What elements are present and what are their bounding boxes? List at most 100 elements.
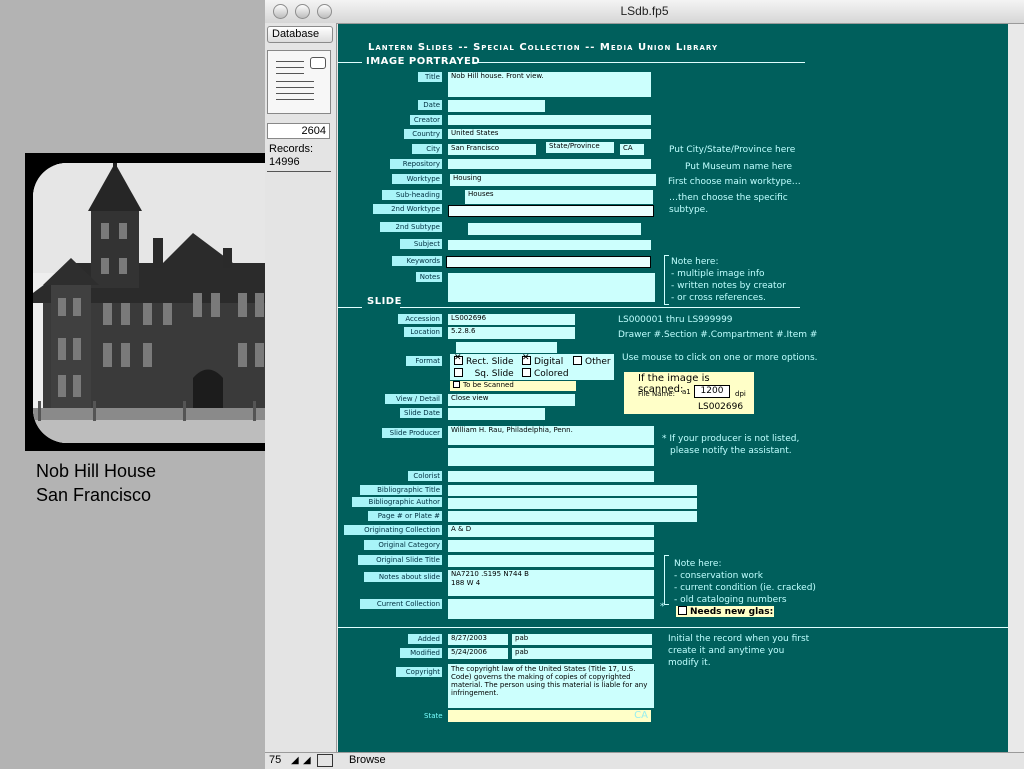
layout-title: Lantern Slides -- Special Collection -- … bbox=[368, 42, 719, 53]
originating-collection-field[interactable]: A & D bbox=[448, 525, 654, 537]
layout-area: Lantern Slides -- Special Collection -- … bbox=[338, 24, 1008, 752]
repository-field[interactable] bbox=[448, 159, 651, 169]
checkbox-checked-icon bbox=[454, 354, 463, 365]
view-detail-label: View / Detail bbox=[385, 394, 442, 404]
location-label: Location bbox=[404, 327, 442, 337]
state-province-label: State/Province bbox=[546, 142, 614, 153]
title-field[interactable]: Nob Hill house. Front view. bbox=[448, 72, 651, 97]
creator-field[interactable] bbox=[448, 115, 651, 125]
subject-field[interactable] bbox=[448, 240, 651, 250]
condition-hint-line: - conservation work bbox=[674, 571, 763, 581]
original-category-field[interactable] bbox=[448, 540, 654, 552]
notes-about-slide-field[interactable]: NA7210 .S195 N744 B 188 W 4 bbox=[448, 570, 654, 596]
state-field[interactable]: CA bbox=[448, 710, 651, 722]
slide-producer-field[interactable]: William H. Rau, Philadelphia, Penn. bbox=[448, 426, 654, 445]
bib-title-field[interactable] bbox=[448, 485, 697, 496]
view-detail-field[interactable]: Close view bbox=[448, 394, 575, 406]
country-field[interactable]: United States bbox=[448, 129, 651, 139]
zoom-level[interactable]: 75 bbox=[269, 754, 281, 766]
colorist-field[interactable] bbox=[448, 471, 654, 482]
added-label: Added bbox=[408, 634, 442, 644]
page-plate-field[interactable] bbox=[448, 511, 697, 522]
subheading-field[interactable]: Houses bbox=[465, 190, 653, 204]
original-slide-title-label: Original Slide Title bbox=[358, 555, 442, 565]
subtype2-field[interactable] bbox=[468, 223, 641, 235]
accession-hint: LS000001 thru LS999999 bbox=[618, 315, 733, 325]
record-hint-line: modify it. bbox=[668, 658, 711, 668]
state-province-field[interactable]: CA bbox=[620, 144, 644, 155]
digital-checkbox[interactable]: Digital bbox=[522, 354, 563, 368]
worktype2-label: 2nd Worktype bbox=[373, 204, 442, 214]
worktype-label: Worktype bbox=[392, 174, 442, 184]
dpi-field[interactable]: 1200 bbox=[694, 385, 730, 398]
dpi-label: dpi bbox=[735, 390, 746, 398]
worktype2-field[interactable] bbox=[448, 205, 654, 217]
zoom-out-icon[interactable]: ◢ bbox=[291, 755, 299, 766]
records-total: 14996 bbox=[269, 156, 300, 168]
condition-brace bbox=[664, 555, 669, 605]
section-divider bbox=[338, 307, 362, 308]
location-extra-field[interactable] bbox=[456, 342, 557, 353]
sq-slide-checkbox[interactable]: Sq. Slide bbox=[454, 368, 514, 380]
section-divider bbox=[338, 627, 1008, 628]
city-field[interactable]: San Francisco bbox=[448, 144, 536, 155]
modified-date-field[interactable]: 5/24/2006 bbox=[448, 648, 508, 659]
notes-label: Notes bbox=[416, 272, 442, 282]
record-hint-line: create it and anytime you bbox=[668, 646, 785, 656]
notes-field[interactable] bbox=[448, 273, 655, 302]
subject-label: Subject bbox=[400, 239, 442, 249]
accession-field[interactable]: LS002696 bbox=[448, 314, 575, 325]
worktype-field[interactable]: Housing bbox=[450, 174, 656, 186]
slide-date-field[interactable] bbox=[448, 408, 545, 420]
keywords-field[interactable] bbox=[446, 256, 651, 268]
slide-producer-field-2[interactable] bbox=[448, 448, 654, 466]
bookmark-tab-icon[interactable] bbox=[310, 57, 326, 69]
date-field[interactable] bbox=[448, 100, 545, 112]
condition-hint: Note here: - conservation work - current… bbox=[674, 558, 816, 606]
rect-slide-checkbox[interactable]: Rect. Slide bbox=[454, 354, 514, 368]
file-name-value: LS002696 bbox=[698, 402, 744, 412]
status-area: Database 2604 Records: 14996 bbox=[265, 23, 337, 753]
checkbox-icon bbox=[522, 368, 531, 377]
subtype2-label: 2nd Subtype bbox=[380, 222, 442, 232]
title-bar[interactable]: LSdb.fp5 bbox=[265, 0, 1024, 24]
copyright-field[interactable]: The copyright law of the United States (… bbox=[448, 664, 654, 708]
record-hint: Initial the record when you first create… bbox=[668, 633, 809, 669]
producer-hint-line-2: please notify the assistant. bbox=[670, 446, 792, 456]
other-checkbox[interactable]: Other bbox=[573, 356, 611, 368]
location-hint: Drawer #.Section #.Compartment #.Item # bbox=[618, 330, 818, 340]
location-field[interactable]: 5.2.8.6 bbox=[448, 327, 575, 339]
caption-line-1: Nob Hill House bbox=[36, 461, 157, 481]
record-book-icon[interactable] bbox=[267, 50, 331, 114]
subtype-hint: …then choose the specific subtype. bbox=[669, 192, 788, 216]
database-dropdown[interactable]: Database bbox=[267, 26, 333, 43]
zoom-in-icon[interactable]: ◢ bbox=[303, 755, 311, 766]
checkbox-icon bbox=[573, 356, 582, 365]
format-group: Rect. Slide Digital Other Sq. Slide Colo… bbox=[450, 354, 614, 380]
added-date-field[interactable]: 8/27/2003 bbox=[448, 634, 508, 645]
status-toggle-icon[interactable] bbox=[317, 754, 333, 767]
creator-label: Creator bbox=[410, 115, 442, 125]
records-label: Records: bbox=[269, 143, 314, 155]
file-prefix: a1 bbox=[682, 388, 691, 396]
current-collection-field[interactable] bbox=[448, 599, 654, 619]
condition-hint-line: Note here: bbox=[674, 559, 722, 569]
originating-collection-label: Originating Collection bbox=[344, 525, 442, 535]
notes-hint: Note here: - multiple image info - writt… bbox=[671, 256, 786, 304]
checkbox-icon bbox=[454, 368, 463, 377]
record-hint-line: Initial the record when you first bbox=[668, 634, 810, 644]
modified-by-field[interactable]: pab bbox=[512, 648, 652, 659]
records-count: Records: 14996 bbox=[269, 143, 313, 169]
added-by-field[interactable]: pab bbox=[512, 634, 652, 645]
state-label: State bbox=[424, 712, 443, 720]
mode-popup[interactable]: Browse bbox=[349, 754, 386, 766]
needs-new-glass-checkbox[interactable]: Needs new glas: bbox=[676, 606, 774, 617]
to-be-scanned-checkbox[interactable]: To be Scanned bbox=[450, 381, 576, 391]
bib-author-field[interactable] bbox=[448, 498, 697, 509]
checkbox-icon bbox=[453, 381, 460, 388]
photo-caption: Nob Hill House San Francisco bbox=[36, 459, 156, 507]
colored-checkbox[interactable]: Colored bbox=[522, 368, 569, 380]
record-number-field[interactable]: 2604 bbox=[267, 123, 330, 139]
window-right-edge bbox=[1008, 24, 1024, 752]
original-slide-title-field[interactable] bbox=[448, 555, 654, 567]
